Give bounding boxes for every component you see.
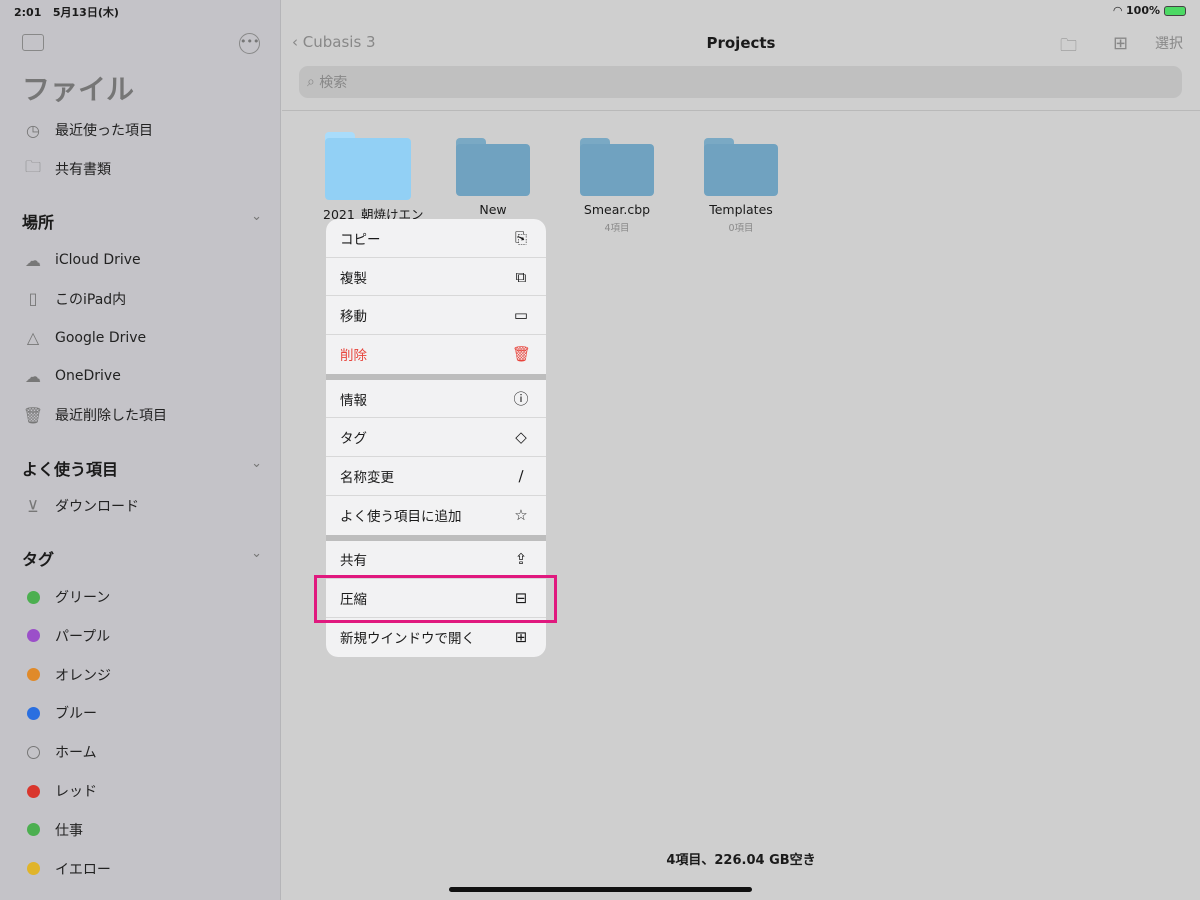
sidebar-item[interactable]: ホーム xyxy=(22,737,262,767)
storage-status: 4項目、226.04 GB空き xyxy=(666,853,816,868)
sidebar-item[interactable]: ブルー xyxy=(22,698,262,728)
tag-dot-icon xyxy=(22,780,44,802)
view-grid-icon[interactable]: ⊞ xyxy=(1113,33,1128,54)
menu-item-copy[interactable]: コピー ⎘ xyxy=(326,219,546,258)
tag-dot-icon xyxy=(22,702,44,724)
menu-item-pencil[interactable]: 名称変更 ∕ xyxy=(326,457,546,496)
icloud-icon: ☁ xyxy=(25,250,41,270)
sidebar-item[interactable]: 仕事 xyxy=(22,815,262,845)
menu-item-grid[interactable]: 新規ウインドウで開く ⊞ xyxy=(326,618,546,657)
sidebar-title: ファイル xyxy=(22,73,135,106)
grid-icon: ⊞ xyxy=(514,628,528,647)
info-icon: ⓘ xyxy=(513,390,529,409)
sidebar-item[interactable]: 🗀 共有書類 xyxy=(22,154,262,184)
section-header[interactable]: よく使う項目 ⌄ xyxy=(22,456,262,480)
sidebar: 2:01 5月13日(木) ••• ファイル ◷ 最近使った項目 🗀 共有書類場所 ⌄ ☁… xyxy=(0,0,281,900)
copy-icon: ⎘ xyxy=(514,228,527,247)
highlight-box xyxy=(314,575,557,623)
menu-item-share[interactable]: 共有 ⇪ xyxy=(326,541,546,580)
section-header[interactable]: 場所 ⌄ xyxy=(22,209,262,233)
google-drive-icon: △ xyxy=(26,328,40,348)
folder-icon xyxy=(704,138,778,196)
more-icon[interactable]: ••• xyxy=(239,33,260,54)
menu-item-duplicate[interactable]: 複製 ⧉ xyxy=(326,258,546,297)
onedrive-icon: ☁ xyxy=(25,366,41,386)
folder-item[interactable]: New xyxy=(448,138,538,220)
menu-item-info[interactable]: 情報 ⓘ xyxy=(326,380,546,419)
share-icon: ⇪ xyxy=(514,550,528,569)
search-icon: ⌕ xyxy=(307,74,315,90)
select-button[interactable]: 選択 xyxy=(1155,33,1183,53)
sidebar-item[interactable]: ☁ iCloud Drive xyxy=(22,245,262,275)
download-icon: ⊻ xyxy=(27,496,39,516)
duplicate-icon: ⧉ xyxy=(515,267,527,286)
tag-dot-icon xyxy=(22,586,44,608)
sidebar-item[interactable]: グリーン xyxy=(22,582,262,612)
menu-item-star[interactable]: よく使う項目に追加 ☆ xyxy=(326,496,546,535)
trash-icon: 🗑 xyxy=(512,345,532,364)
tag-dot-icon xyxy=(22,741,44,763)
sidebar-item[interactable]: オレンジ xyxy=(22,660,262,690)
tag-dot-icon xyxy=(22,819,44,841)
sidebar-item[interactable]: 🗑 最近削除した項目 xyxy=(22,400,262,430)
sidebar-item[interactable]: ☁ OneDrive xyxy=(22,361,262,391)
folder-icon: ▭ xyxy=(513,306,529,325)
sidebar-item[interactable]: イエロー xyxy=(22,854,262,884)
clock-icon: ◷ xyxy=(26,120,40,140)
sidebar-item[interactable]: ⊻ ダウンロード xyxy=(22,491,262,521)
sidebar-item[interactable]: ▯ このiPad内 xyxy=(22,284,262,314)
folder-icon xyxy=(580,138,654,196)
sidebar-item[interactable]: △ Google Drive xyxy=(22,323,262,353)
sidebar-item[interactable]: ◷ 最近使った項目 xyxy=(22,115,262,145)
ipad-icon: ▯ xyxy=(28,289,38,309)
folder-item[interactable]: Templates 0項目 xyxy=(696,138,786,234)
trash-icon: 🗑 xyxy=(22,405,44,425)
folder-icon xyxy=(325,132,411,200)
menu-item-folder[interactable]: 移動 ▭ xyxy=(326,296,546,336)
tag-dot-icon xyxy=(22,858,44,880)
chevron-down-icon: ⌄ xyxy=(251,546,262,561)
chevron-down-icon: ⌄ xyxy=(251,209,262,224)
tag-dot-icon xyxy=(22,664,44,686)
sidebar-item[interactable]: レッド xyxy=(22,776,262,806)
tag-icon: ◇ xyxy=(515,428,527,447)
sidebar-item[interactable]: パープル xyxy=(22,621,262,651)
new-folder-icon[interactable]: 🗀 xyxy=(1060,33,1077,62)
sidebar-toggle-icon[interactable] xyxy=(22,34,44,51)
menu-item-trash[interactable]: 削除 🗑 xyxy=(326,335,546,374)
folder-icon xyxy=(456,138,530,196)
shared-folder-icon: 🗀 xyxy=(24,156,41,176)
search-input[interactable]: ⌕ 検索 xyxy=(299,66,1182,98)
folder-item[interactable]: Smear.cbp 4項目 xyxy=(572,138,662,234)
section-header[interactable]: タグ ⌄ xyxy=(22,546,262,570)
star-icon: ☆ xyxy=(514,506,528,525)
folder-item[interactable]: 2021_朝焼けエン xyxy=(323,132,424,226)
menu-item-tag[interactable]: タグ ◇ xyxy=(326,418,546,458)
status-time: 2:01 5月13日(木) xyxy=(14,6,119,19)
home-indicator[interactable] xyxy=(449,887,752,892)
chevron-down-icon: ⌄ xyxy=(251,456,262,471)
tag-dot-icon xyxy=(22,625,44,647)
pencil-icon: ∕ xyxy=(518,466,524,485)
